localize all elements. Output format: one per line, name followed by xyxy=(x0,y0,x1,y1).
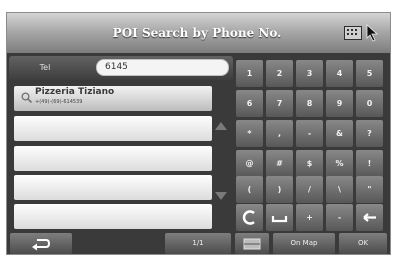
result-item-empty[interactable] xyxy=(14,146,212,171)
cursor-icon[interactable] xyxy=(364,23,382,43)
key-quote[interactable]: " xyxy=(356,176,383,203)
key-percent[interactable]: % xyxy=(326,150,353,177)
key-5[interactable]: 5 xyxy=(356,60,383,87)
key-ampersand[interactable]: & xyxy=(326,120,353,147)
tel-input[interactable]: 6145 xyxy=(96,59,229,76)
key-question[interactable]: ? xyxy=(356,120,383,147)
result-item-empty[interactable] xyxy=(14,175,212,200)
tel-row: Tel 6145 xyxy=(9,56,233,80)
scroll-up-icon[interactable] xyxy=(214,121,228,131)
on-map-button[interactable]: On Map xyxy=(273,233,335,254)
backspace-key[interactable] xyxy=(236,204,263,231)
map-button[interactable] xyxy=(235,233,269,254)
tel-label: Tel xyxy=(39,63,51,72)
key-6[interactable]: 6 xyxy=(236,90,263,117)
pagination-indicator: 1/1 xyxy=(165,233,231,254)
result-item-empty[interactable] xyxy=(14,204,212,229)
title-bar: POI Search by Phone No. xyxy=(7,13,390,53)
key-2[interactable]: 2 xyxy=(266,60,293,87)
search-icon xyxy=(21,92,32,103)
map-icon xyxy=(243,238,261,250)
scroll-down-icon[interactable] xyxy=(214,191,228,201)
key-paren-open[interactable]: ( xyxy=(236,176,263,203)
result-name: Pizzeria Tiziano xyxy=(35,87,115,97)
back-button[interactable] xyxy=(10,233,72,254)
key-0[interactable]: 0 xyxy=(356,90,383,117)
ok-button[interactable]: OK xyxy=(339,233,387,254)
key-backslash[interactable]: \ xyxy=(326,176,353,203)
key-plus[interactable]: + xyxy=(296,204,323,231)
key-slash[interactable]: / xyxy=(296,176,323,203)
key-dollar[interactable]: $ xyxy=(296,150,323,177)
backspace-icon xyxy=(242,210,255,225)
screen: POI Search by Phone No. Tel 6145 Pizzeri… xyxy=(6,12,391,255)
space-key[interactable] xyxy=(266,204,293,231)
key-paren-close[interactable]: ) xyxy=(266,176,293,203)
key-1[interactable]: 1 xyxy=(236,60,263,87)
key-asterisk[interactable]: * xyxy=(236,120,263,147)
result-phone: +(49)-(69)-614539 xyxy=(35,99,83,105)
key-9[interactable]: 9 xyxy=(326,90,353,117)
key-hyphen[interactable]: - xyxy=(296,120,323,147)
result-item-empty[interactable] xyxy=(14,116,212,141)
key-4[interactable]: 4 xyxy=(326,60,353,87)
delete-key[interactable] xyxy=(356,204,383,231)
key-comma[interactable]: , xyxy=(266,120,293,147)
key-8[interactable]: 8 xyxy=(296,90,323,117)
space-icon xyxy=(271,216,288,223)
key-7[interactable]: 7 xyxy=(266,90,293,117)
key-3[interactable]: 3 xyxy=(296,60,323,87)
key-at[interactable]: @ xyxy=(236,150,263,177)
key-exclamation[interactable]: ! xyxy=(356,150,383,177)
result-item[interactable]: Pizzeria Tiziano +(49)-(69)-614539 xyxy=(14,86,212,111)
keyboard-icon[interactable] xyxy=(344,26,362,40)
key-hash[interactable]: # xyxy=(266,150,293,177)
page-title: POI Search by Phone No. xyxy=(112,26,282,40)
delete-icon xyxy=(363,213,376,222)
back-icon xyxy=(32,239,51,251)
key-minus[interactable]: - xyxy=(326,204,353,231)
